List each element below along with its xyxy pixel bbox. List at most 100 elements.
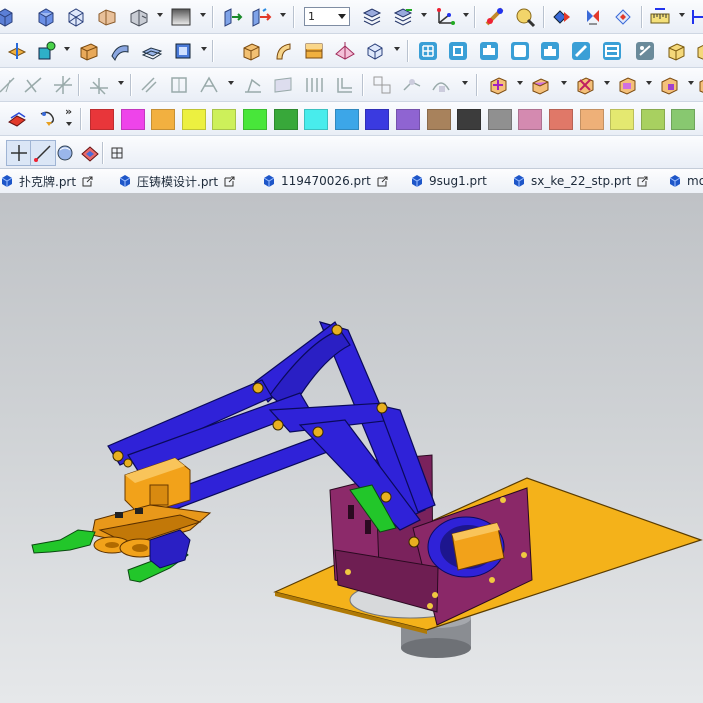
display-dropdown[interactable] — [66, 122, 73, 130]
mesh-feature-icon[interactable] — [415, 38, 441, 64]
mold-tool-5-icon[interactable] — [568, 38, 594, 64]
analysis-icon[interactable] — [512, 4, 538, 30]
face-analysis-icon[interactable] — [77, 140, 103, 166]
replace-face-icon[interactable] — [614, 72, 640, 98]
background-color-icon[interactable] — [168, 4, 194, 30]
trim-curve-icon[interactable] — [20, 72, 46, 98]
color-swatch-12[interactable] — [426, 109, 451, 130]
snap-view-icon[interactable] — [549, 4, 575, 30]
project-curve-icon[interactable] — [86, 72, 112, 98]
grid-icon[interactable] — [104, 140, 130, 166]
color-swatch-13[interactable] — [457, 109, 482, 130]
thicken-icon[interactable] — [170, 38, 196, 64]
color-swatch-18[interactable] — [610, 109, 635, 130]
edit-parameter-icon[interactable] — [399, 72, 425, 98]
sketch-dropdown[interactable] — [64, 47, 71, 55]
move-object-icon[interactable] — [219, 4, 245, 30]
curve-tool-icon[interactable] — [0, 72, 20, 98]
base-motor[interactable] — [427, 516, 505, 578]
datum-dropdown[interactable] — [394, 47, 401, 55]
delete-face-icon[interactable] — [572, 72, 598, 98]
mold-tool-9-icon[interactable] — [692, 38, 703, 64]
tab-file-6[interactable]: mo — [668, 169, 703, 193]
work-layer-select[interactable]: 1 — [304, 7, 350, 26]
move-face-icon[interactable] — [485, 72, 511, 98]
object-display-icon[interactable] — [36, 106, 62, 132]
color-swatch-15[interactable] — [518, 109, 543, 130]
color-swatch-16[interactable] — [549, 109, 573, 130]
wireframe-cube-icon[interactable] — [63, 4, 89, 30]
isoparametric-icon[interactable] — [301, 72, 327, 98]
delete-face-dropdown[interactable] — [604, 81, 611, 89]
dimension-icon[interactable] — [688, 4, 703, 30]
wcs-dropdown[interactable] — [463, 13, 470, 21]
tab-file-2[interactable]: 压铸模设计.prt — [118, 169, 235, 193]
color-swatch-10[interactable] — [365, 109, 390, 130]
toolbar-more-chevron[interactable]: » — [65, 105, 72, 118]
intersect-dropdown[interactable] — [228, 81, 235, 89]
color-swatch-6[interactable] — [243, 109, 267, 130]
color-swatch-19[interactable] — [640, 109, 665, 130]
shaded-face-icon[interactable] — [94, 4, 120, 30]
pull-face-dropdown[interactable] — [561, 81, 568, 89]
move-to-layer-icon[interactable] — [390, 4, 416, 30]
layer-settings-icon[interactable] — [359, 4, 385, 30]
resize-face-icon[interactable] — [656, 72, 682, 98]
tab-file-3[interactable]: 119470026.prt — [262, 169, 388, 193]
transform-object-icon[interactable] — [248, 4, 274, 30]
sweep-icon[interactable] — [301, 38, 327, 64]
datum-plane-icon[interactable] — [332, 38, 358, 64]
color-swatch-11[interactable] — [396, 109, 420, 130]
mold-tool-3-icon[interactable] — [507, 38, 533, 64]
graphics-viewport[interactable] — [0, 193, 703, 703]
ruler-dropdown[interactable] — [679, 13, 686, 21]
mold-tool-1-icon[interactable] — [445, 38, 471, 64]
ruler-icon[interactable] — [647, 4, 673, 30]
offset-curve-icon[interactable] — [136, 72, 162, 98]
crosshair-icon[interactable] — [6, 140, 32, 166]
section-view-icon[interactable] — [126, 4, 152, 30]
split-curve-icon[interactable] — [50, 72, 76, 98]
color-swatch-7[interactable] — [273, 109, 298, 130]
surface-icon[interactable] — [107, 38, 133, 64]
snap-view-3-icon[interactable] — [610, 4, 636, 30]
extract-curve-icon[interactable] — [240, 72, 266, 98]
block-icon[interactable] — [76, 38, 102, 64]
sketch-shape-icon[interactable] — [34, 38, 60, 64]
background-dropdown[interactable] — [200, 13, 207, 21]
edit-display-icon[interactable] — [4, 106, 30, 132]
view-cube-icon[interactable] — [0, 4, 18, 30]
color-swatch-4[interactable] — [181, 109, 206, 130]
move-face-dropdown[interactable] — [517, 81, 524, 89]
tab-file-4[interactable]: 9sug1.prt — [410, 169, 487, 193]
transform-dropdown[interactable] — [280, 13, 287, 21]
layer-dropdown[interactable] — [421, 13, 428, 21]
shading-icon[interactable] — [52, 140, 78, 166]
intersect-curve-icon[interactable] — [196, 72, 222, 98]
color-swatch-9[interactable] — [334, 109, 359, 130]
extrude-icon[interactable] — [238, 38, 264, 64]
color-swatch-20[interactable] — [671, 109, 696, 130]
bridge-curve-icon[interactable] — [166, 72, 192, 98]
mold-tool-7-icon[interactable] — [632, 38, 658, 64]
section-curve-icon[interactable] — [270, 72, 296, 98]
tab-file-5[interactable]: sx_ke_22_stp.prt — [512, 169, 648, 193]
color-swatch-14[interactable] — [487, 109, 512, 130]
mold-tool-4-icon[interactable] — [537, 38, 563, 64]
measure-distance-icon[interactable] — [482, 4, 508, 30]
replace-face-dropdown[interactable] — [646, 81, 653, 89]
mold-tool-6-icon[interactable] — [599, 38, 625, 64]
snap-view-2-icon[interactable] — [580, 4, 606, 30]
edit-curve-icon[interactable] — [369, 72, 395, 98]
color-swatch-5[interactable] — [212, 109, 237, 130]
section-view-dropdown[interactable] — [157, 13, 164, 21]
tab-file-1[interactable]: 扑克牌.prt — [0, 169, 93, 193]
datum-axis-icon[interactable] — [362, 38, 388, 64]
project-dropdown[interactable] — [118, 81, 125, 89]
color-swatch-1[interactable] — [90, 109, 114, 130]
color-swatch-17[interactable] — [579, 109, 604, 130]
pull-face-icon[interactable] — [527, 72, 553, 98]
color-swatch-2[interactable] — [120, 109, 145, 130]
color-swatch-3[interactable] — [151, 109, 176, 130]
mold-tool-2-icon[interactable] — [476, 38, 502, 64]
